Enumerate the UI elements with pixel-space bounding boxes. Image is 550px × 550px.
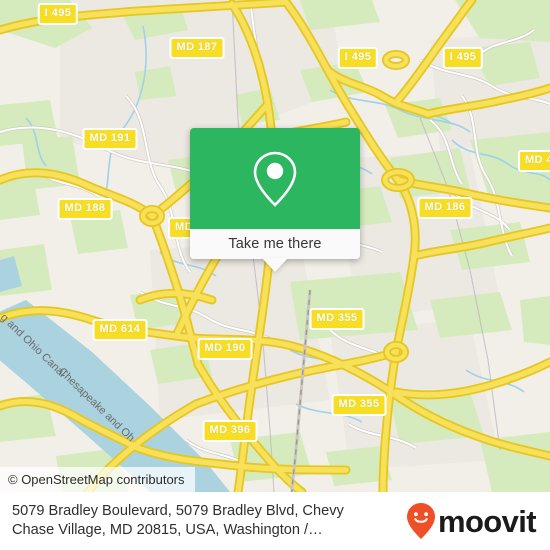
moovit-logo[interactable]: moovit — [406, 502, 550, 540]
road-shield-md4-clipped: MD 4 — [518, 150, 550, 172]
moovit-pin-icon — [406, 502, 438, 540]
address-line-1: 5079 Bradley Boulevard, 5079 Bradley Blv… — [12, 502, 344, 519]
map-attribution[interactable]: © OpenStreetMap contributors — [0, 467, 195, 492]
moovit-wordmark: moovit — [437, 503, 537, 539]
take-me-there-label: Take me there — [228, 236, 322, 252]
road-shield-md188: MD 188 — [57, 198, 113, 220]
address-text: 5079 Bradley Boulevard, 5079 Bradley Blv… — [0, 502, 406, 541]
road-shield-md614: MD 614 — [92, 319, 148, 341]
attribution-text: © OpenStreetMap contributors — [8, 472, 185, 487]
road-shield-i495-ne: I 495 — [442, 47, 484, 69]
map-canvas[interactable]: Chesapeake and Oh g and Ohio Canal I 495… — [0, 0, 550, 492]
address-line-2: Chase Village, MD 20815, USA, Washington… — [12, 522, 323, 538]
road-shield-md355-south: MD 355 — [331, 394, 387, 416]
road-shield-md396: MD 396 — [202, 420, 258, 442]
road-shield-md186: MD 186 — [417, 197, 473, 219]
road-shield-md355-north: MD 355 — [309, 308, 365, 330]
map-pin-icon — [249, 148, 301, 210]
take-me-there-popup[interactable]: Take me there — [190, 128, 360, 272]
moovit-map-screen: Chesapeake and Oh g and Ohio Canal I 495… — [0, 0, 550, 550]
popup-pointer-tail — [262, 258, 288, 272]
road-shield-md191: MD 191 — [82, 128, 138, 150]
road-shield-md190: MD 190 — [197, 338, 253, 360]
road-shield-md187: MD 187 — [169, 37, 225, 59]
road-shield-i495-n: I 495 — [337, 47, 379, 69]
footer-bar: 5079 Bradley Boulevard, 5079 Bradley Blv… — [0, 492, 550, 550]
popup-icon-area — [190, 128, 360, 229]
popup-action-area[interactable]: Take me there — [190, 229, 360, 259]
road-shield-i495-nw: I 495 — [37, 3, 79, 25]
